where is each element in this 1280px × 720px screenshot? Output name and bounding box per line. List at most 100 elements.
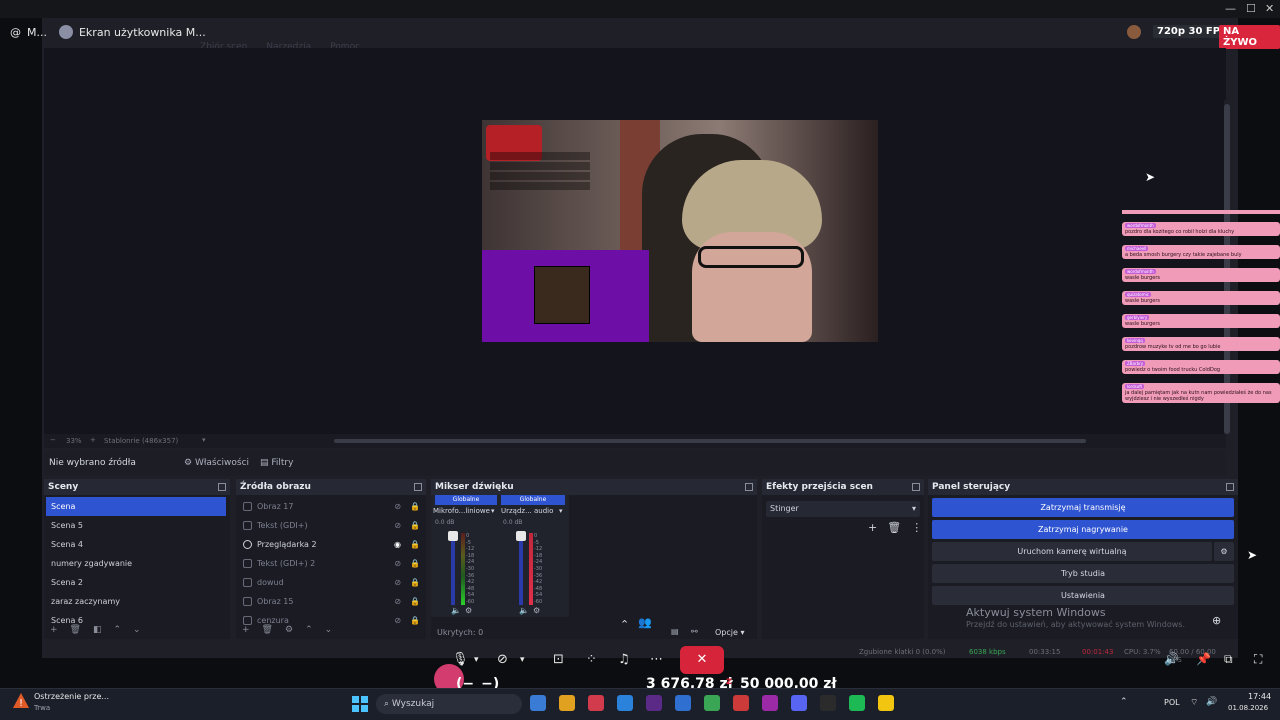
transition-select[interactable]: Stinger ▾ <box>766 501 920 517</box>
taskbar-app-icon[interactable] <box>588 695 604 711</box>
lock-icon[interactable]: 🔒 <box>410 611 420 630</box>
lock-icon[interactable]: 🔒 <box>410 592 420 611</box>
taskbar-app-icon[interactable] <box>646 695 662 711</box>
stop-stream-button[interactable]: Zatrzymaj transmisję <box>932 498 1234 517</box>
popout-icon[interactable]: ⧉ <box>1224 652 1233 667</box>
desktop-volume-fader[interactable] <box>519 533 523 605</box>
scene-filters-icon[interactable]: ◧ <box>93 625 102 635</box>
mixer-menu-icon[interactable]: ▤ <box>671 627 679 636</box>
virtual-camera-button[interactable]: Uruchom kamerę wirtualną <box>932 542 1212 561</box>
taskbar-app-icon[interactable] <box>849 695 865 711</box>
taskbar-app-icon[interactable] <box>675 695 691 711</box>
settings-button[interactable]: Ustawienia <box>932 586 1234 605</box>
zoom-plus-icon[interactable]: + <box>90 436 96 444</box>
move-up-icon[interactable]: ⌃ <box>114 625 122 635</box>
chevron-down-icon[interactable]: ▾ <box>474 655 479 665</box>
chevron-down-icon[interactable]: ▾ <box>520 655 525 665</box>
source-item[interactable]: Obraz 17 ⊘ 🔒 <box>238 497 426 516</box>
mic-volume-fader[interactable] <box>451 533 455 605</box>
mic-fader-handle[interactable] <box>448 531 458 541</box>
taskbar-app-icon[interactable] <box>559 695 575 711</box>
remove-scene-icon[interactable]: 🗑 <box>70 625 81 635</box>
source-item[interactable]: Tekst (GDI+) ⊘ 🔒 <box>238 516 426 535</box>
stop-recording-button[interactable]: Zatrzymaj nagrywanie <box>932 520 1234 539</box>
chevron-up-icon[interactable]: ⌃ <box>620 618 629 631</box>
dock-float-icon[interactable] <box>218 483 226 491</box>
dock-float-icon[interactable] <box>414 483 422 491</box>
add-transition-icon[interactable]: + <box>868 521 877 534</box>
taskbar-app-icon[interactable] <box>733 695 749 711</box>
zoom-minus-icon[interactable]: − <box>50 436 56 444</box>
lock-icon[interactable]: 🔒 <box>410 573 420 592</box>
speaker-icon[interactable]: 🔈 <box>519 606 529 615</box>
chevron-down-icon[interactable]: ▾ <box>491 507 495 515</box>
dock-float-icon[interactable] <box>745 483 753 491</box>
source-item[interactable]: Przeglądarka 2 ◉ 🔒 <box>238 535 426 554</box>
taskbar-app-icon[interactable] <box>704 695 720 711</box>
taskbar-app-icon[interactable] <box>820 695 836 711</box>
lock-icon[interactable]: 🔒 <box>410 554 420 573</box>
volume-icon[interactable]: 🔊 <box>1164 652 1179 666</box>
move-down-icon[interactable]: ⌄ <box>325 625 333 635</box>
camera-off-icon[interactable]: ⊘ <box>497 652 508 667</box>
taskbar-search[interactable]: ⌕ Wyszukaj <box>376 694 522 714</box>
tray-chevron-icon[interactable]: ⌃ <box>1120 697 1128 707</box>
eye-hidden-icon[interactable]: ⊘ <box>394 554 401 573</box>
eye-icon[interactable]: ◉ <box>394 535 401 554</box>
kebab-menu-icon[interactable]: ⋮ <box>911 521 922 534</box>
dock-float-icon[interactable] <box>1226 483 1234 491</box>
sound-icon[interactable]: 🔊 <box>1206 697 1217 707</box>
maximize-button[interactable]: ☐ <box>1246 2 1256 15</box>
zoom-icon[interactable]: ⊕ <box>1212 614 1221 627</box>
remove-transition-icon[interactable]: 🗑 <box>887 521 901 534</box>
clock-time[interactable]: 17:44 <box>1248 692 1271 701</box>
notification-title[interactable]: Ostrzeżenie prze... <box>34 692 109 701</box>
taskbar-app-icon[interactable] <box>530 695 546 711</box>
chevron-down-icon[interactable]: ▾ <box>559 507 563 515</box>
taskbar-app-icon[interactable] <box>762 695 778 711</box>
lock-icon[interactable]: 🔒 <box>410 535 420 554</box>
windows-start-icon[interactable] <box>352 696 368 712</box>
source-item[interactable]: Tekst (GDI+) 2 ⊘ 🔒 <box>238 554 426 573</box>
desktop-fader-handle[interactable] <box>516 531 526 541</box>
stream-canvas[interactable] <box>482 120 878 342</box>
channel-desktop-name[interactable]: Urządz... audio <box>501 507 553 515</box>
move-down-icon[interactable]: ⌄ <box>133 625 141 635</box>
remove-source-icon[interactable]: 🗑 <box>262 625 273 635</box>
eye-hidden-icon[interactable]: ⊘ <box>394 516 401 535</box>
speaker-icon[interactable]: 🔈 <box>451 606 461 615</box>
move-up-icon[interactable]: ⌃ <box>305 625 313 635</box>
minimize-button[interactable]: — <box>1225 2 1236 15</box>
dock-float-icon[interactable] <box>912 483 920 491</box>
fullscreen-icon[interactable]: ⛶ <box>1254 652 1262 667</box>
scene-item[interactable]: Scena <box>46 497 226 516</box>
soundboard-icon[interactable]: ♫ <box>618 652 630 667</box>
add-source-icon[interactable]: + <box>242 625 250 635</box>
channel-mic-name[interactable]: Mikrofo...liniowe <box>433 507 490 515</box>
taskbar-app-icon[interactable] <box>878 695 894 711</box>
wifi-icon[interactable]: ⌔ <box>1190 697 1198 708</box>
participants-icon[interactable]: 👥 <box>638 616 652 629</box>
scene-item[interactable]: zaraz zaczynamy <box>46 592 226 611</box>
source-item[interactable]: dowud ⊘ 🔒 <box>238 573 426 592</box>
filters-button[interactable]: ▤ Filtry <box>260 458 293 468</box>
preview-scrollbar-h[interactable] <box>334 439 1086 443</box>
gear-icon[interactable]: ⚙ <box>465 606 472 615</box>
eye-hidden-icon[interactable]: ⊘ <box>394 497 401 516</box>
studio-mode-button[interactable]: Tryb studia <box>932 564 1234 583</box>
lock-icon[interactable]: 🔒 <box>410 497 420 516</box>
screen-share-icon[interactable]: ⊡ <box>553 652 564 667</box>
add-scene-icon[interactable]: + <box>50 625 58 635</box>
close-button[interactable]: ✕ <box>1265 2 1274 15</box>
mixer-link-icon[interactable]: ⚯ <box>691 627 698 636</box>
gear-icon[interactable]: ⚙ <box>533 606 540 615</box>
mixer-options-button[interactable]: Opcje ▾ <box>715 628 744 637</box>
taskbar-app-icon[interactable] <box>617 695 633 711</box>
eye-hidden-icon[interactable]: ⊘ <box>394 573 401 592</box>
scene-item[interactable]: Scena 5 <box>46 516 226 535</box>
eye-hidden-icon[interactable]: ⊘ <box>394 611 401 630</box>
scene-item[interactable]: numery zgadywanie <box>46 554 226 573</box>
more-icon[interactable]: ⋯ <box>650 652 663 667</box>
taskbar-app-icon[interactable] <box>791 695 807 711</box>
end-call-button[interactable]: ✕ <box>680 646 724 674</box>
